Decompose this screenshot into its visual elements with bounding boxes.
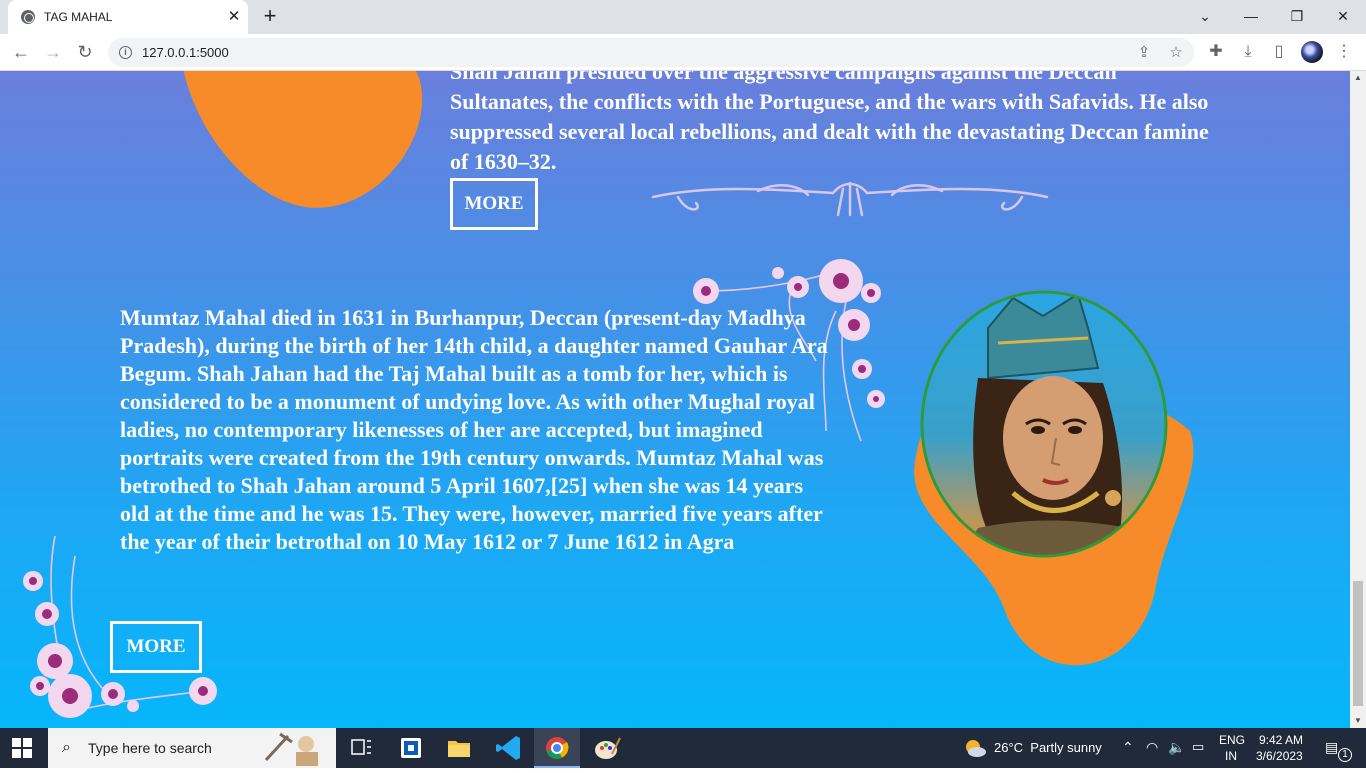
weather-text[interactable]: 26°C Partly sunny [994,740,1102,755]
windows-start-icon[interactable] [12,738,32,758]
store-app-icon[interactable] [388,728,434,768]
clock-time[interactable]: 9:42 AM [1259,733,1303,747]
tab-close-icon[interactable]: ✕ [224,7,244,27]
new-tab-button[interactable]: + [258,4,282,28]
ornament-divider [651,181,1049,217]
taskbar-search-box[interactable]: ⌕ Type here to search [48,728,336,768]
page-viewport: Shah Jahan presided over the aggressive … [0,71,1350,728]
search-highlight-illustration-icon [264,732,318,766]
weather-partly-sunny-icon[interactable] [962,736,988,760]
back-button[interactable]: ← [9,40,33,64]
language-top[interactable]: ENG [1219,733,1245,747]
restore-button[interactable]: ❐ [1283,4,1311,28]
url-text[interactable]: 127.0.0.1:5000 [142,45,229,60]
mumtaz-paragraph: Mumtaz Mahal died in 1631 in Burhanpur, … [120,305,828,554]
tab-search-dropdown-icon[interactable]: ⌄ [1191,4,1219,28]
scroll-down-arrow-icon[interactable]: ▼ [1350,714,1366,728]
profile-avatar[interactable] [1301,41,1323,63]
browser-toolbar: ← → ↻ i 127.0.0.1:5000 ⇪ ☆ ✚ ⤓ ▯ ⋮ [0,34,1366,71]
share-icon[interactable]: ⇪ [1134,43,1154,63]
scroll-thumb[interactable] [1353,581,1363,706]
menu-kebab-icon[interactable]: ⋮ [1333,41,1355,63]
clock-date[interactable]: 3/6/2023 [1256,749,1303,763]
chrome-taskbar-icon[interactable] [534,728,580,768]
search-icon: ⌕ [62,739,71,756]
forward-button[interactable]: → [41,40,65,64]
reload-button[interactable]: ↻ [73,40,97,64]
windows-taskbar: ⌕ Type here to search 26°C Partly sunny [0,728,1366,768]
address-bar[interactable]: i 127.0.0.1:5000 ⇪ ☆ [108,38,1194,67]
notification-count-badge: 1 [1338,748,1352,762]
more-button-1[interactable]: MORE [450,178,538,230]
scroll-up-arrow-icon[interactable]: ▲ [1350,71,1366,85]
mumtaz-portrait-image [920,290,1168,558]
download-icon[interactable]: ⤓ [1237,41,1259,63]
task-view-icon[interactable] [338,728,384,768]
volume-icon[interactable]: 🔈 [1168,739,1185,756]
site-info-icon[interactable]: i [119,46,132,59]
close-window-button[interactable]: ✕ [1329,4,1357,28]
orange-blob-top [183,71,423,208]
page-scrollbar[interactable]: ▲ ▼ [1350,71,1366,728]
file-explorer-icon[interactable] [436,728,482,768]
wifi-icon[interactable]: ◠ [1146,739,1158,756]
extensions-puzzle-icon[interactable]: ✚ [1205,41,1227,63]
more-button-2[interactable]: MORE [110,621,202,673]
show-hidden-icons-chevron-icon[interactable]: ⌃ [1122,739,1134,756]
top-paragraph: Shah Jahan presided over the aggressive … [450,71,1209,174]
globe-icon [21,10,35,24]
search-placeholder: Type here to search [88,740,212,756]
tab-strip: TAG MAHAL ✕ + ⌄ — ❐ ✕ [0,0,1366,34]
language-bottom[interactable]: IN [1225,749,1237,763]
battery-icon[interactable]: ▭ [1192,739,1204,755]
browser-tab[interactable]: TAG MAHAL ✕ [8,0,248,34]
vscode-icon[interactable] [486,728,532,768]
bookmark-star-icon[interactable]: ☆ [1166,43,1186,63]
minimize-button[interactable]: — [1237,4,1265,28]
notification-center-icon[interactable]: ▤ [1325,739,1338,756]
paint-app-icon[interactable] [584,728,630,768]
tab-title: TAG MAHAL [44,10,113,24]
side-panel-icon[interactable]: ▯ [1268,41,1290,63]
